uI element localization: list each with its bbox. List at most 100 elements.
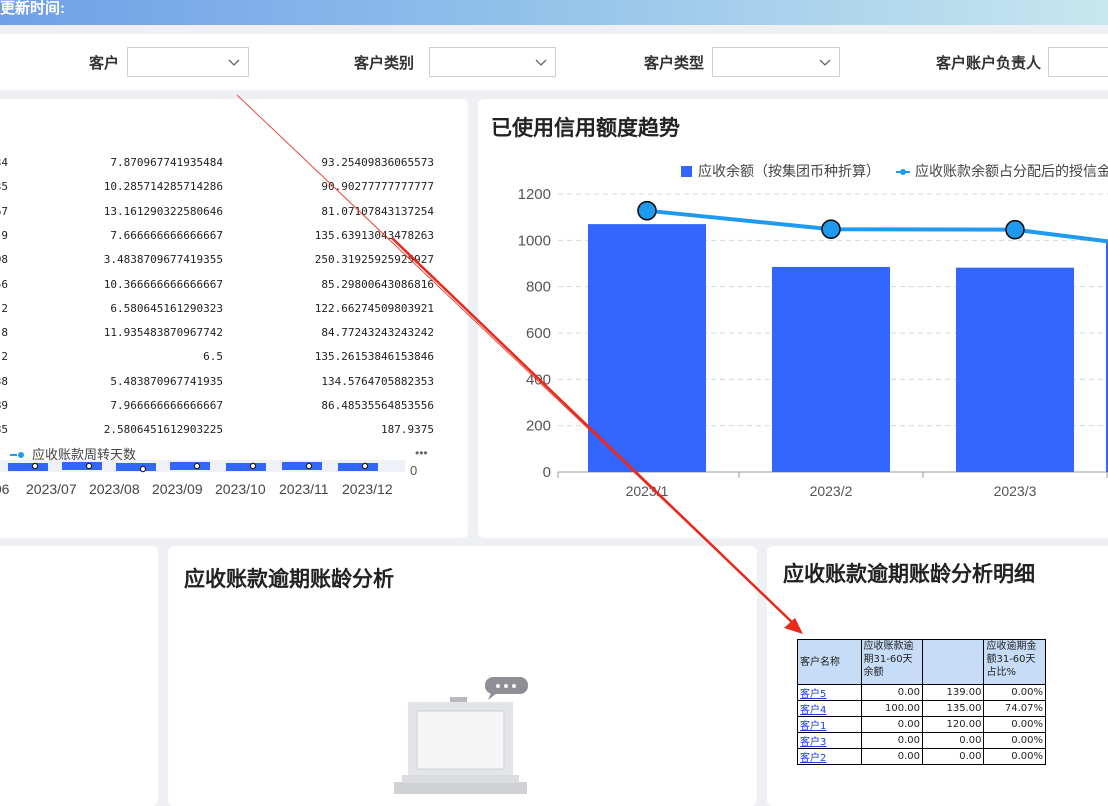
table-row: 935 10.285714285714286 90.90277777777777 <box>0 180 458 204</box>
legend-line-dot <box>900 169 906 175</box>
trend-line-point[interactable] <box>1005 219 1025 240</box>
table-cell: 10.366666666666667 <box>103 277 223 291</box>
month-label: 2023/12 <box>342 481 393 497</box>
aging-detail-body: 客户5 0.00 139.00 0.00% 客户4 100.00 135.00 74.07% 客… <box>797 684 1046 765</box>
table-cell: 2.08 <box>0 253 8 267</box>
mini-point <box>193 462 201 470</box>
credit-trend-card: 已使用信用额度趋势 应收余额（按集团币种折算） 应收账款余额占分配后的授信金 0… <box>478 99 1108 538</box>
filter-owner-select[interactable] <box>1048 47 1108 77</box>
legend-bar-swatch <box>681 166 692 177</box>
y-tick-label: 1000 <box>518 232 551 249</box>
customer-cell[interactable]: 客户2 <box>797 748 862 765</box>
value-cell: 100.00 <box>860 700 923 717</box>
customer-cell[interactable]: 客户1 <box>797 716 862 733</box>
mini-point <box>361 462 369 470</box>
table-row: 客户5 0.00 139.00 0.00% <box>797 684 1046 701</box>
table-cell: 187.9375 <box>381 423 434 437</box>
table-cell: 7.870967741935484 <box>110 156 223 169</box>
aging-detail-title: 应收账款逾期账龄分析明细 <box>783 563 1035 586</box>
empty-state-illustration <box>394 677 528 794</box>
mini-bar <box>170 462 210 470</box>
table-cell: 135.63913043478263 <box>314 228 434 242</box>
table-cell: 250.31925925925927 <box>314 253 434 267</box>
trend-line-point[interactable] <box>821 219 841 240</box>
filter-customer-label: 客户 <box>89 55 120 72</box>
header-overdue-ratio: 应收逾期金额31-60天占比% <box>983 639 1046 685</box>
table-cell: 734 <box>0 156 8 169</box>
mini-point <box>139 465 147 473</box>
month-label: /06 <box>0 481 10 497</box>
table-cell: 79.2 <box>0 350 8 364</box>
table-row: 79.2 6.5 135.26153846153846 <box>0 350 458 374</box>
table-cell: 5.483870967741935 <box>110 374 223 388</box>
x-tick-label: 2023/2 <box>810 483 853 499</box>
filter-category-label: 客户类别 <box>354 55 415 72</box>
header-blank <box>921 639 985 685</box>
customer-link[interactable]: 客户2 <box>800 753 826 764</box>
trend-line-point[interactable] <box>637 200 657 221</box>
table-row: 689 7.966666666666667 86.48535564853556 <box>0 399 458 423</box>
table-cell: 256 <box>0 277 8 291</box>
customer-cell[interactable]: 客户5 <box>797 684 862 701</box>
mini-point <box>31 462 39 470</box>
customer-link[interactable]: 客户1 <box>800 721 826 732</box>
table-cell: 13.161290322580646 <box>103 204 223 218</box>
mini-bar <box>116 463 156 471</box>
customer-link[interactable]: 客户4 <box>800 705 826 716</box>
month-label: 2023/08 <box>89 481 140 497</box>
table-cell: 3.4838709677419355 <box>103 253 223 267</box>
more-icon[interactable]: ••• <box>415 446 428 460</box>
table-row: 客户4 100.00 135.00 74.07% <box>797 700 1046 717</box>
y-tick-label: 0 <box>543 464 551 481</box>
table-cell: 93.25409836065573 <box>321 156 434 169</box>
table-cell: 689 <box>0 399 8 412</box>
mini-bar <box>338 463 378 471</box>
trend-bar[interactable] <box>772 266 890 472</box>
month-axis-labels: /06 2023/07 2023/08 2023/09 2023/10 2023/11 20… <box>0 481 468 501</box>
chevron-down-icon <box>228 59 240 66</box>
table-row: 734 7.870967741935484 93.25409836065573 <box>0 156 458 180</box>
mini-bar <box>226 463 266 471</box>
y-tick-label: 200 <box>526 418 551 435</box>
value-cell: 0.00% <box>983 716 1046 733</box>
customer-cell[interactable]: 客户3 <box>797 732 862 749</box>
table-cell: 39.9 <box>0 228 8 242</box>
trend-bar[interactable] <box>956 267 1074 472</box>
filter-category-select[interactable] <box>429 47 556 77</box>
customer-link[interactable]: 客户5 <box>800 689 826 700</box>
table-row: 07.2 6.580645161290323 122.66274509803921 <box>0 302 458 326</box>
mini-point <box>305 462 313 470</box>
table-cell: 134.5764705882353 <box>321 374 434 388</box>
trend-bar[interactable] <box>588 224 706 472</box>
month-label: 2023/09 <box>152 481 203 497</box>
table-cell: 84.77243243243242 <box>321 326 434 340</box>
value-cell: 0.00 <box>921 748 985 765</box>
filter-customer-select[interactable] <box>127 47 249 77</box>
table-header-row: 客户名称 应收账款逾期31-60天余额 应收逾期金额31-60天占比% <box>797 639 1046 685</box>
mini-point <box>249 462 257 470</box>
table-cell: 7.966666666666667 <box>110 399 223 412</box>
value-cell: 0.00% <box>983 732 1046 749</box>
legend-bar-label: 应收余额（按集团币种折算） <box>698 163 880 179</box>
table-row: 738 5.483870967741935 134.5764705882353 <box>0 375 458 399</box>
update-time-label: 更新时间: <box>0 0 65 17</box>
table-cell: 10.285714285714286 <box>103 180 223 194</box>
filter-type-select[interactable] <box>712 47 840 77</box>
value-cell: 0.00 <box>860 684 923 701</box>
table-row: 客户1 0.00 120.00 0.00% <box>797 716 1046 733</box>
table-row: 11.8 11.935483870967742 84.77243243243242 <box>0 326 458 350</box>
trend-line <box>637 200 1108 244</box>
table-cell: 2.5806451612903225 <box>103 423 223 437</box>
month-label: 2023/11 <box>279 481 329 497</box>
y-tick-label: 1200 <box>518 186 551 203</box>
table-row: 客户3 0.00 0.00 0.00% <box>797 732 1046 749</box>
value-cell: 0.00 <box>860 748 923 765</box>
y-tick-label: 600 <box>526 325 551 342</box>
table-cell: 07.2 <box>0 301 8 315</box>
customer-cell[interactable]: 客户4 <box>797 700 862 717</box>
table-row: 1067 13.161290322580646 81.07107843137254 <box>0 205 458 229</box>
customer-link[interactable]: 客户3 <box>800 737 826 748</box>
value-cell: 74.07% <box>983 700 1046 717</box>
filter-owner-label: 客户账户负责人 <box>936 55 1042 72</box>
aging-analysis-card: 应收账款逾期账龄分析 <box>168 546 757 806</box>
